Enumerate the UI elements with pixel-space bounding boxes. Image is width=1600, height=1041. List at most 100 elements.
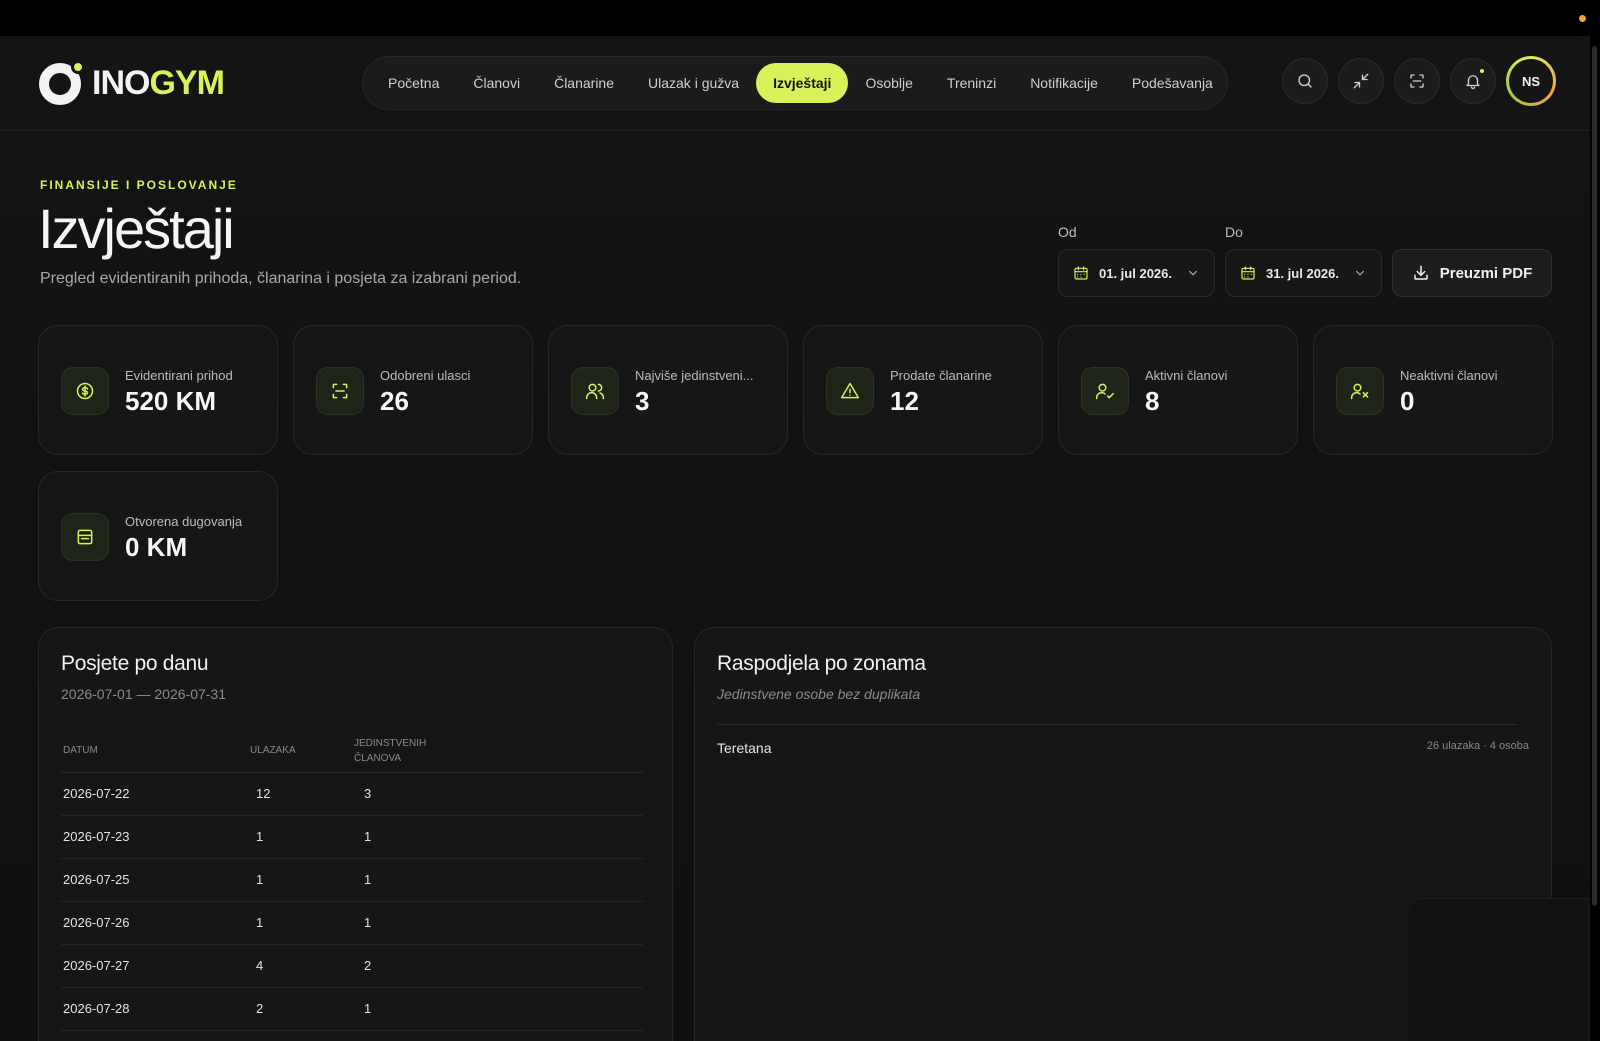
user-x-icon	[1350, 383, 1369, 400]
to-date-picker[interactable]: 31. jul 2026.	[1225, 249, 1382, 297]
column-header-ulazaka[interactable]: ULAZAKA	[248, 730, 352, 773]
cell-unique: 3	[352, 772, 643, 816]
from-label: Od	[1058, 224, 1077, 240]
table-row[interactable]: 2026-07-25 1 1	[61, 858, 643, 902]
floating-panel	[1406, 898, 1590, 1041]
avatar[interactable]: NS	[1506, 56, 1556, 106]
chevron-down-icon	[1188, 270, 1198, 276]
nav-item-clanarine[interactable]: Članarine	[537, 63, 631, 103]
download-icon	[1413, 265, 1428, 280]
page-subtitle: Pregled evidentiranih prihoda, članarina…	[40, 270, 522, 287]
nav-item-osoblje[interactable]: Osoblje	[848, 63, 929, 103]
table-row[interactable]: 2026-07-23 1 1	[61, 815, 643, 859]
column-header-datum[interactable]: DATUM	[61, 730, 248, 773]
cell-entries: 1	[248, 858, 352, 902]
zone-name: Teretana	[717, 740, 772, 756]
header-actions: NS	[1282, 56, 1556, 106]
cell-entries: 1	[248, 815, 352, 859]
visits-table: DATUM ULAZAKA JEDINSTVENIH ČLANOVA 2026-…	[61, 730, 643, 1031]
chevron-down-icon	[1355, 270, 1365, 276]
stat-value: 12	[890, 386, 919, 416]
from-date-picker[interactable]: 01. jul 2026.	[1058, 249, 1215, 297]
status-dot	[1579, 15, 1586, 22]
user-check-icon	[1095, 383, 1115, 400]
cell-date: 2026-07-23	[61, 815, 248, 859]
scrollbar[interactable]	[1590, 36, 1600, 1041]
cell-date: 2026-07-25	[61, 858, 248, 902]
stat-value: 520 KM	[125, 386, 217, 416]
download-pdf-label: Preuzmi PDF	[1439, 264, 1533, 282]
download-pdf-button[interactable]: Preuzmi PDF	[1392, 249, 1552, 297]
stat-card-ulasci: Odobreni ulasci 26	[293, 325, 533, 455]
bell-icon	[1466, 75, 1480, 90]
stat-card-aktivni: Aktivni članovi 8	[1058, 325, 1298, 455]
stat-value: 8	[1145, 386, 1160, 416]
stat-card-neaktivni: Neaktivni članovi 0	[1313, 325, 1553, 455]
nav-item-ulazak[interactable]: Ulazak i gužva	[631, 63, 756, 103]
calendar-icon	[1241, 266, 1255, 280]
stat-label: Neaktivni članovi	[1400, 368, 1498, 383]
table-row[interactable]: 2026-07-28 2 1	[61, 987, 643, 1031]
column-header-jedinstvenih[interactable]: JEDINSTVENIH ČLANOVA	[352, 730, 643, 773]
visits-panel: Posjete po danu 2026-07-01 — 2026-07-31 …	[38, 627, 673, 1041]
scrollbar-thumb[interactable]	[1592, 46, 1597, 906]
table-row[interactable]: 2026-07-26 1 1	[61, 901, 643, 945]
cell-date: 2026-07-28	[61, 987, 248, 1031]
avatar-initials: NS	[1509, 59, 1553, 103]
visits-panel-subtitle: 2026-07-01 — 2026-07-31	[61, 686, 227, 702]
header: INOGYM Početna Članovi Članarine Ulazak …	[0, 36, 1590, 131]
search-icon	[1298, 74, 1312, 88]
dollar-icon	[76, 382, 94, 400]
stat-card-jedinstveni: Najviše jedinstveni... 3	[548, 325, 788, 455]
cell-unique: 2	[352, 944, 643, 988]
nav-item-treninzi[interactable]: Treninzi	[930, 63, 1013, 103]
table-row[interactable]: 2026-07-22 12 3	[61, 772, 643, 816]
cell-unique: 1	[352, 901, 643, 945]
search-button[interactable]	[1282, 58, 1328, 104]
cell-entries: 4	[248, 944, 352, 988]
stat-label: Evidentirani prihod	[125, 368, 233, 383]
stat-value: 0	[1400, 386, 1415, 416]
stat-label: Otvorena dugovanja	[125, 514, 243, 529]
nav-item-izvjestaji[interactable]: Izvještaji	[756, 63, 849, 103]
stat-card-clanarine: Prodate članarine 12	[803, 325, 1043, 455]
zones-panel-subtitle: Jedinstvene osobe bez duplikata	[717, 686, 921, 702]
nav-item-clanovi[interactable]: Članovi	[456, 63, 537, 103]
stat-value: 3	[635, 386, 650, 416]
cell-date: 2026-07-22	[61, 772, 248, 816]
stat-label: Najviše jedinstveni...	[635, 368, 754, 383]
cell-unique: 1	[352, 815, 643, 859]
stat-label: Prodate članarine	[890, 368, 992, 383]
notifications-button[interactable]	[1450, 58, 1496, 104]
app-root: INOGYM Početna Članovi Članarine Ulazak …	[0, 36, 1590, 1041]
logo-icon	[38, 60, 85, 106]
to-date-value: 31. jul 2026.	[1266, 265, 1339, 281]
stat-card-prihod: Evidentirani prihod 520 KM	[38, 325, 278, 455]
stat-label: Aktivni članovi	[1145, 368, 1228, 383]
scan-icon	[332, 383, 348, 399]
table-header-row: DATUM ULAZAKA JEDINSTVENIH ČLANOVA	[61, 730, 643, 773]
window-top-bar	[0, 0, 1600, 36]
from-date-value: 01. jul 2026.	[1099, 265, 1172, 281]
notification-dot	[1480, 69, 1484, 73]
warning-icon	[840, 382, 860, 399]
table-row[interactable]: 2026-07-27 4 2	[61, 944, 643, 988]
collapse-icon	[1353, 73, 1369, 89]
zones-panel-title: Raspodjela po zonama	[717, 652, 926, 675]
calendar-icon	[1074, 266, 1088, 280]
cell-date: 2026-07-27	[61, 944, 248, 988]
nav-item-pocetna[interactable]: Početna	[371, 63, 456, 103]
nav-item-notifikacije[interactable]: Notifikacije	[1013, 63, 1115, 103]
main-nav: Početna Članovi Članarine Ulazak i gužva…	[362, 56, 1228, 110]
stat-card-dugovanja: Otvorena dugovanja 0 KM	[38, 471, 278, 601]
logo[interactable]: INOGYM	[38, 60, 225, 106]
scan-button[interactable]	[1394, 58, 1440, 104]
wallet-icon	[77, 529, 93, 545]
page-eyebrow: FINANSIJE I POSLOVANJE	[40, 178, 238, 192]
cell-date: 2026-07-26	[61, 901, 248, 945]
visits-panel-title: Posjete po danu	[61, 652, 209, 675]
stat-value: 0 KM	[125, 532, 188, 562]
nav-item-podesavanja[interactable]: Podešavanja	[1115, 63, 1230, 103]
collapse-button[interactable]	[1338, 58, 1384, 104]
to-label: Do	[1225, 224, 1243, 240]
